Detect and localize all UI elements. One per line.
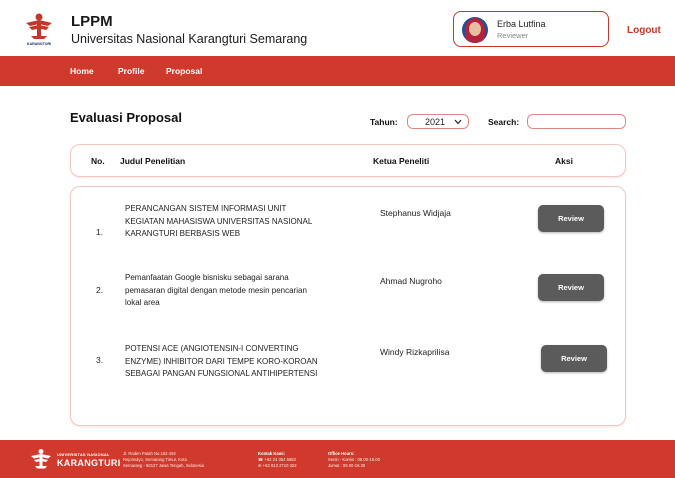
review-button[interactable]: Review	[538, 274, 604, 301]
review-button[interactable]: Review	[538, 205, 604, 232]
logout-button[interactable]: Logout	[627, 25, 661, 36]
footer-hours: Office Hours: Senin - Kamis : 08.00-16.0…	[328, 451, 380, 468]
year-label: Tahun:	[370, 117, 398, 127]
table-body: 1. PERANCANGAN SISTEM INFORMASI UNIT KEG…	[70, 186, 626, 426]
row-number: 2.	[96, 285, 104, 295]
row-ketua: Stephanus Widjaja	[380, 208, 451, 218]
column-header-aksi: Aksi	[555, 156, 573, 166]
university-logo[interactable]: KARANGTURI	[24, 12, 54, 46]
column-header-ketua: Ketua Peneliti	[373, 156, 430, 166]
user-profile-box[interactable]: Erba Lutfina Reviewer	[453, 11, 609, 47]
row-judul: Pemanfaatan Google bisnisku sebagai sara…	[125, 273, 307, 307]
nav-bar: Home Profile Proposal	[0, 56, 675, 86]
row-number: 1.	[96, 227, 104, 237]
nav-item-profile[interactable]: Profile	[118, 66, 144, 76]
column-header-judul: Judul Penelitian	[120, 156, 186, 166]
footer-logo-icon	[31, 449, 51, 469]
year-select[interactable]: 2021	[407, 114, 469, 129]
year-select-value: 2021	[425, 117, 446, 127]
org-subtitle: Universitas Nasional Karangturi Semarang	[71, 32, 308, 46]
user-role: Reviewer	[497, 31, 529, 40]
row-judul: POTENSI ACE (ANGIOTENSIN-I CONVERTING EN…	[125, 344, 318, 378]
row-judul: PERANCANGAN SISTEM INFORMASI UNIT KEGIAT…	[125, 204, 312, 238]
footer-contact: Kontak Kami: ☎ +62 24 354 5682 ✉ +62 813…	[258, 451, 297, 468]
review-button[interactable]: Review	[541, 345, 607, 372]
user-name: Erba Lutfina	[497, 19, 546, 29]
column-header-no: No.	[91, 156, 105, 166]
row-ketua: Windy Rizkaprilisa	[380, 347, 450, 357]
page-title: Evaluasi Proposal	[70, 110, 182, 125]
search-label: Search:	[488, 117, 520, 127]
header: KARANGTURI LPPM Universitas Nasional Kar…	[0, 0, 675, 56]
footer: UNIVERSITAS NASIONAL KARANGTURI Jl. Rade…	[0, 440, 675, 478]
nav-item-proposal[interactable]: Proposal	[166, 66, 202, 76]
nav-item-home[interactable]: Home	[70, 66, 94, 76]
table-header: No. Judul Penelitian Ketua Peneliti Aksi	[70, 144, 626, 177]
chevron-down-icon	[454, 119, 462, 125]
org-title: LPPM	[71, 13, 113, 30]
footer-address: Jl. Raden Patah No.182-192 Rejomulyo, Se…	[123, 451, 204, 468]
row-number: 3.	[96, 355, 104, 365]
search-input[interactable]	[527, 114, 626, 129]
svg-text:KARANGTURI: KARANGTURI	[27, 42, 51, 46]
avatar	[462, 17, 488, 43]
row-ketua: Ahmad Nugroho	[380, 276, 442, 286]
footer-uni-line1: UNIVERSITAS NASIONAL	[57, 452, 110, 457]
footer-uni-line2: KARANGTURI	[57, 458, 121, 468]
